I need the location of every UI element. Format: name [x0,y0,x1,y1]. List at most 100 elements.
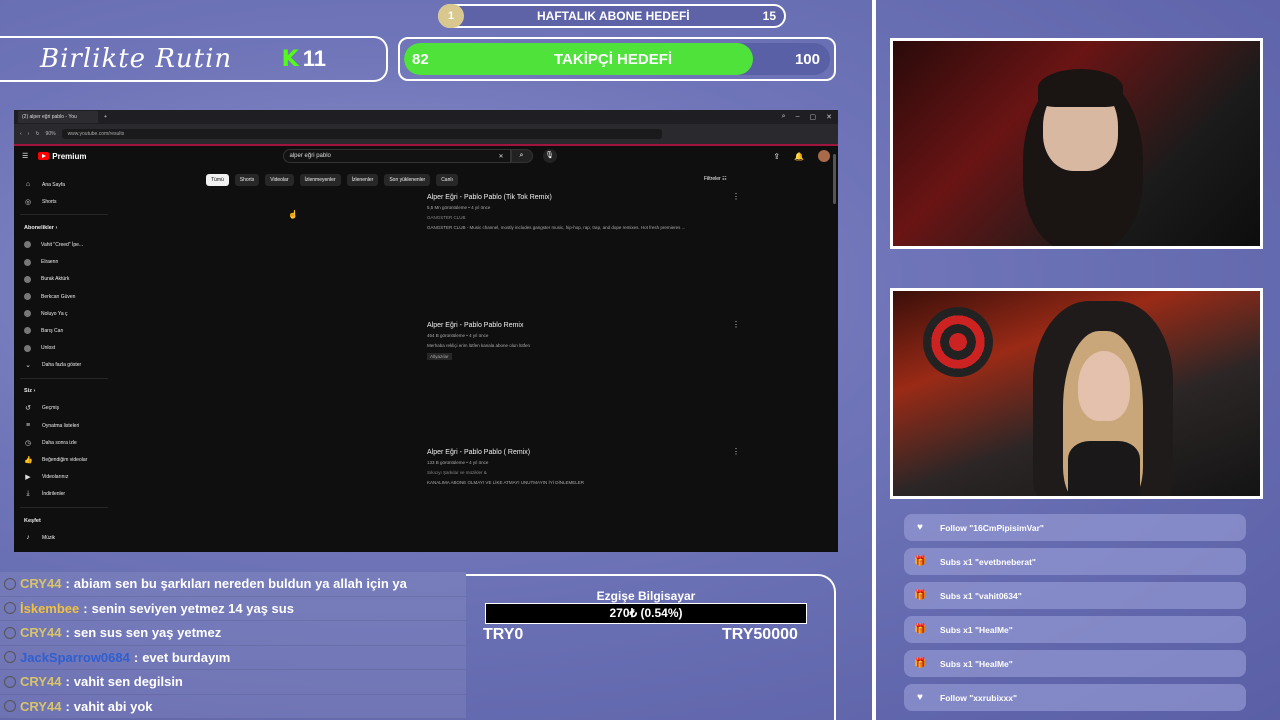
chip-all[interactable]: Tümü [206,174,229,186]
subscriptions-header[interactable]: Abonelikler › [14,219,114,236]
mic-icon[interactable]: 🎙 [542,149,557,163]
youtube-header: ☰ Premium alper eğri pablo ✕ ⌕ 🎙 ⇪ 🔔 [14,146,838,166]
search-icon: ⌕ [519,152,524,159]
chat-username[interactable]: İskembee [20,601,79,616]
chat-message: İskembee: senin seviyen yetmez 14 yaş sus [0,596,466,621]
channel-avatar [24,258,31,266]
brand-title: Birlikte Rutin [40,44,233,74]
chat-username[interactable]: CRY44 [20,576,61,591]
gift-icon: 🎁 [914,658,927,669]
kick-logo-icon: K [281,46,299,72]
youtube-logo-text: Premium [52,151,87,161]
subscription-item[interactable]: Barış Can [14,322,114,339]
notifications-icon[interactable]: 🔔 [794,152,804,161]
scrollbar[interactable] [833,154,836,204]
chip-unwatched[interactable]: İzlenmeyenler [299,174,341,186]
chat-username[interactable]: JackSparrow0684 [20,650,130,665]
sidebar-item-your-videos[interactable]: ▶ Videolarınız [14,469,114,486]
new-tab-icon[interactable]: + [104,114,107,120]
upload-icon[interactable]: ⇪ [773,152,780,161]
video-title[interactable]: Alper Eğri - Pablo Pablo Remix [427,322,767,329]
chat-message: JackSparrow0684: evet burdayım [0,645,466,670]
clock-icon: ◷ [24,439,32,447]
close-window-icon[interactable]: ✕ [826,113,832,121]
subscription-item[interactable]: Noluyo Ya ç [14,305,114,322]
filters-button[interactable]: Filtreler ☷ [704,176,727,182]
sidebar-item-history[interactable]: ↺ Geçmiş [14,400,114,417]
video-channel[interactable]: Sıkıcıyı Şarkılar ve müzikler & [427,470,767,475]
search-button[interactable]: ⌕ [510,149,533,163]
chip-videos[interactable]: Videolar [265,174,294,186]
menu-icon[interactable]: ☰ [22,152,28,160]
webcam-bottom [890,288,1263,499]
chat-message: CRY44: vahit sen degilsin [0,670,466,695]
chat-separator: : [65,576,70,592]
video-result[interactable]: Alper Eğri - Pablo Pablo ( Remix) 133 B … [427,449,767,485]
forward-icon[interactable]: › [28,131,30,137]
sidebar-item-shorts[interactable]: ◎ Shorts [14,193,114,210]
address-bar[interactable]: www.youtube.com/results [61,129,662,139]
video-result[interactable]: Alper Eğri - Pablo Pablo Remix 464 B gör… [427,322,767,360]
chat-username[interactable]: CRY44 [20,674,61,689]
explore-header-label: Keşfet [24,517,41,524]
chevron-down-icon: ⌄ [25,362,31,370]
weekly-goal-target: 15 [762,9,776,23]
weekly-sub-goal: 1 HAFTALIK ABONE HEDEFİ 15 [438,4,786,28]
you-header[interactable]: Siz › [14,383,114,400]
search-tabs-icon[interactable]: ⌕ [782,113,786,121]
dartboard [923,307,993,377]
home-icon: ⌂ [25,181,31,189]
alert-text: Subs x1 "vahit0634" [940,590,1022,601]
more-options-icon[interactable]: ⋮ [732,320,740,329]
donation-progress-bar: 270₺ (0.54%) [485,603,807,624]
youtube-logo[interactable]: Premium [38,151,87,161]
download-icon: ⤓ [26,490,30,498]
search-query: alper eğri pablo [289,153,331,159]
sidebar-item-label: Oynatma listeleri [42,422,80,429]
reload-icon[interactable]: ↻ [35,131,39,137]
sidebar-item-playlists[interactable]: ≡ Oynatma listeleri [14,417,114,434]
chip-recently-uploaded[interactable]: Son yüklenenler [384,174,431,186]
subscription-item[interactable]: Elraenn [14,254,114,271]
video-title[interactable]: Alper Eğri - Pablo Pablo ( Remix) [427,449,767,456]
zoom-badge[interactable]: 90% [46,131,56,137]
chip-live[interactable]: Canlı [436,174,458,186]
subscription-item[interactable]: Berkcan Güven [14,288,114,305]
more-options-icon[interactable]: ⋮ [732,447,740,456]
more-options-icon[interactable]: ⋮ [732,192,740,201]
clear-search-icon[interactable]: ✕ [498,153,503,160]
subscription-item[interactable]: Burak Aktürk [14,271,114,288]
search-input[interactable]: alper eğri pablo ✕ [282,149,511,163]
alert-text: Subs x1 "HealMe" [940,658,1013,669]
chip-shorts[interactable]: Shorts [234,174,260,186]
channel-avatar [24,241,31,249]
chat-separator: : [65,698,70,714]
maximize-icon[interactable]: ▢ [810,113,817,121]
alert-item: ♥ Follow "xxrubixxx" [904,684,1246,711]
subscription-item[interactable]: Unlost [14,340,114,357]
shorts-icon: ◎ [24,198,32,206]
sidebar-item-home[interactable]: ⌂ Ana Sayfa [14,176,114,193]
show-more-button[interactable]: ⌄ Daha fazla göster [14,357,114,374]
chip-watched[interactable]: İzlenenler [346,174,379,186]
sidebar-item-music[interactable]: ♪ Müzik [14,529,114,546]
minimize-icon[interactable]: – [796,113,800,121]
video-title[interactable]: Alper Eğri - Pablo Pablo (Tik Tok Remix) [427,194,767,201]
back-icon[interactable]: ‹ [20,131,22,137]
avatar[interactable] [818,150,830,162]
donation-max: TRY50000 [722,626,798,643]
channel-avatar [24,275,31,283]
browser-tab[interactable]: (2) alper eğri pablo - You [18,111,98,123]
chat-username[interactable]: CRY44 [20,699,61,714]
video-channel[interactable]: GANGSTER CLUB [427,215,767,220]
like-icon: 👍 [24,457,33,465]
sidebar-item-liked[interactable]: 👍 Beğendiğim videolar [14,451,114,468]
chat-badge-icon [4,602,16,615]
sidebar-item-downloads[interactable]: ⤓ İndirilenler [14,486,114,503]
chat-username[interactable]: CRY44 [20,625,61,640]
video-result[interactable]: Alper Eğri - Pablo Pablo (Tik Tok Remix)… [427,194,767,230]
subscription-item[interactable]: Vahit "Creed" İpe... [14,236,114,253]
video-description: KANALIMA ABONE OLMAYI VE LİKE ATMAYI UNU… [427,480,584,485]
sidebar-item-watch-later[interactable]: ◷ Daha sonra izle [14,434,114,451]
subscription-label: Burak Aktürk [41,276,70,283]
